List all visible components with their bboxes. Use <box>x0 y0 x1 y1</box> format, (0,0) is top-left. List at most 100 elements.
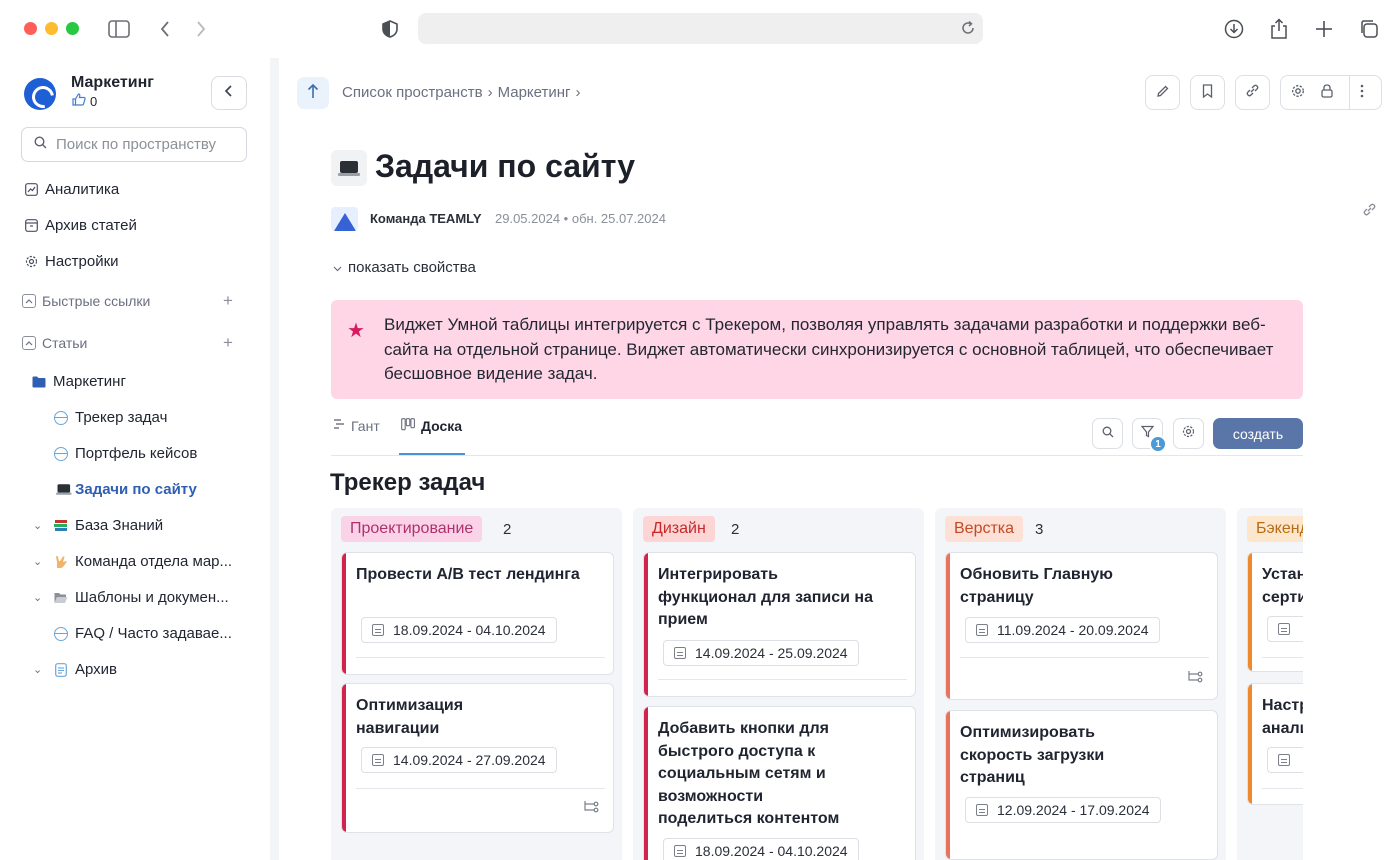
tab-board[interactable]: Доска <box>401 418 462 434</box>
section-quick-links[interactable]: Быстрые ссылки <box>22 293 150 309</box>
subtasks-icon[interactable] <box>583 800 599 818</box>
tab-gantt[interactable]: Гант <box>333 418 380 434</box>
task-card[interactable]: Установить сертификат <box>1247 552 1303 672</box>
collapse-sidebar-button[interactable] <box>211 76 247 110</box>
page-emoji-laptop-icon[interactable] <box>331 150 367 186</box>
space-likes[interactable]: 0 <box>72 93 97 109</box>
bookmark-button[interactable] <box>1190 75 1225 110</box>
zoom-window-button[interactable] <box>66 22 79 35</box>
gear-icon <box>1182 425 1195 442</box>
tabs-overview-icon[interactable] <box>1357 17 1381 41</box>
breadcrumb-marketing-link[interactable]: Маркетинг <box>498 84 571 101</box>
breadcrumb-separator: › <box>487 84 493 101</box>
board-search-button[interactable] <box>1092 418 1123 449</box>
show-properties-toggle[interactable]: показать свойства <box>333 259 476 276</box>
author-name[interactable]: Команда TEAMLY <box>370 211 482 226</box>
column-status-tag[interactable]: Проектирование <box>341 516 483 542</box>
new-tab-icon[interactable] <box>1312 17 1336 41</box>
laptop-icon <box>54 483 72 497</box>
sidebar-item-label: Настройки <box>45 253 119 270</box>
tree-item-portfolio[interactable]: Портфель кейсов <box>54 445 197 462</box>
folder-open-icon <box>54 591 68 605</box>
author-avatar <box>331 207 358 231</box>
tree-item-marketing[interactable]: Маркетинг <box>32 373 126 390</box>
expand-chevron-icon[interactable]: ⌄ <box>33 663 42 676</box>
back-icon[interactable] <box>153 17 177 41</box>
task-card[interactable]: Обновить Главную страницу 11.09.2024 - 2… <box>945 552 1218 700</box>
card-dates: 12.09.2024 - 17.09.2024 <box>965 797 1161 823</box>
column-status-tag[interactable]: Дизайн <box>643 516 715 542</box>
subtasks-icon[interactable] <box>1187 670 1203 688</box>
forward-icon[interactable] <box>189 17 213 41</box>
card-title: Настроить аналитику <box>1262 697 1303 737</box>
tree-item-archive[interactable]: Архив <box>54 661 117 678</box>
board-settings-button[interactable] <box>1173 418 1204 449</box>
breadcrumb-spaces-link[interactable]: Список пространств <box>342 84 483 101</box>
board-column: Верстка 3 Обновить Главную страницу 11.0… <box>935 508 1226 860</box>
breadcrumb-separator: › <box>575 84 581 101</box>
tree-item-team[interactable]: Команда отдела мар... <box>54 553 232 570</box>
tree-item-site-tasks[interactable]: Задачи по сайту <box>54 481 197 498</box>
sidebar-resize-handle[interactable] <box>270 58 279 860</box>
card-date-range: 11.09.2024 - 20.09.2024 <box>997 622 1149 638</box>
expand-chevron-icon[interactable]: ⌄ <box>33 519 42 532</box>
more-options-icon[interactable] <box>1360 84 1364 102</box>
sidebar-search[interactable] <box>21 127 247 162</box>
tree-item-label: Задачи по сайту <box>75 481 197 498</box>
sidebar-item-label: Аналитика <box>45 181 120 198</box>
gear-icon[interactable] <box>1291 84 1305 102</box>
page-title[interactable]: Задачи по сайту <box>375 148 635 185</box>
task-card[interactable]: Настроить аналитику <box>1247 683 1303 805</box>
task-card[interactable]: Оптимизация навигации 14.09.2024 - 27.09… <box>341 683 614 833</box>
sidebar-item-settings[interactable]: Настройки <box>24 253 119 270</box>
task-card[interactable]: Добавить кнопки для быстрого доступа к с… <box>643 706 916 860</box>
reload-icon[interactable] <box>960 20 976 36</box>
edit-button[interactable] <box>1145 75 1180 110</box>
task-card[interactable]: Провести А/В тест лендинга 18.09.2024 - … <box>341 552 614 675</box>
lock-icon[interactable] <box>1321 83 1333 102</box>
board-column: Бэкенд Установить сертификат Настроить а… <box>1237 508 1303 860</box>
column-status-tag[interactable]: Верстка <box>945 516 1024 542</box>
card-status-bar <box>1248 553 1252 671</box>
card-dates <box>1267 616 1303 642</box>
sidebar-search-input[interactable] <box>56 136 236 153</box>
add-quick-link-icon[interactable]: + <box>223 291 233 311</box>
sidebar-item-archive[interactable]: Архив статей <box>24 217 137 234</box>
task-card[interactable]: Интегрировать функционал для записи на п… <box>643 552 916 697</box>
sidebar-item-analytics[interactable]: Аналитика <box>24 181 119 198</box>
tree-item-templates[interactable]: Шаблоны и докумен... <box>54 589 229 606</box>
address-bar[interactable] <box>418 13 983 44</box>
go-up-button[interactable] <box>297 77 329 109</box>
tree-item-knowledge[interactable]: База Знаний <box>54 517 163 534</box>
section-articles[interactable]: Статьи <box>22 335 87 351</box>
tree-item-label: Маркетинг <box>53 373 126 390</box>
create-task-button[interactable]: создать <box>1213 418 1303 449</box>
books-icon <box>54 519 68 533</box>
expand-chevron-icon[interactable]: ⌄ <box>33 555 42 568</box>
add-article-icon[interactable]: + <box>223 333 233 353</box>
card-status-bar <box>644 553 648 696</box>
tree-item-label: Трекер задач <box>75 409 168 426</box>
card-dates: 14.09.2024 - 27.09.2024 <box>361 747 557 773</box>
task-card[interactable]: Оптимизировать скорость загрузки страниц… <box>945 710 1218 860</box>
callout-text[interactable]: Виджет Умной таблицы интегрируется с Тре… <box>384 313 1284 387</box>
share-icon[interactable] <box>1267 17 1291 41</box>
tree-item-faq[interactable]: FAQ / Часто задавае... <box>54 625 232 642</box>
minimize-window-button[interactable] <box>45 22 58 35</box>
card-title: Интегрировать функционал для записи на п… <box>658 566 873 628</box>
close-window-button[interactable] <box>24 22 37 35</box>
calendar-icon <box>1278 754 1290 766</box>
expand-chevron-icon[interactable]: ⌄ <box>33 591 42 604</box>
sidebar-toggle-icon[interactable] <box>107 17 131 41</box>
folder-icon <box>32 375 46 389</box>
download-icon[interactable] <box>1222 17 1246 41</box>
link-icon[interactable] <box>1362 202 1377 221</box>
shield-icon[interactable] <box>378 17 402 41</box>
space-name[interactable]: Маркетинг <box>71 74 154 92</box>
column-status-tag[interactable]: Бэкенд <box>1247 516 1303 542</box>
calendar-icon <box>1278 623 1290 635</box>
tree-item-tracker[interactable]: Трекер задач <box>54 409 167 426</box>
copy-link-button[interactable] <box>1235 75 1270 110</box>
board-column: Проектирование 2 Провести А/В тест ленди… <box>331 508 622 860</box>
breadcrumb: Список пространств › Маркетинг › <box>342 84 581 101</box>
